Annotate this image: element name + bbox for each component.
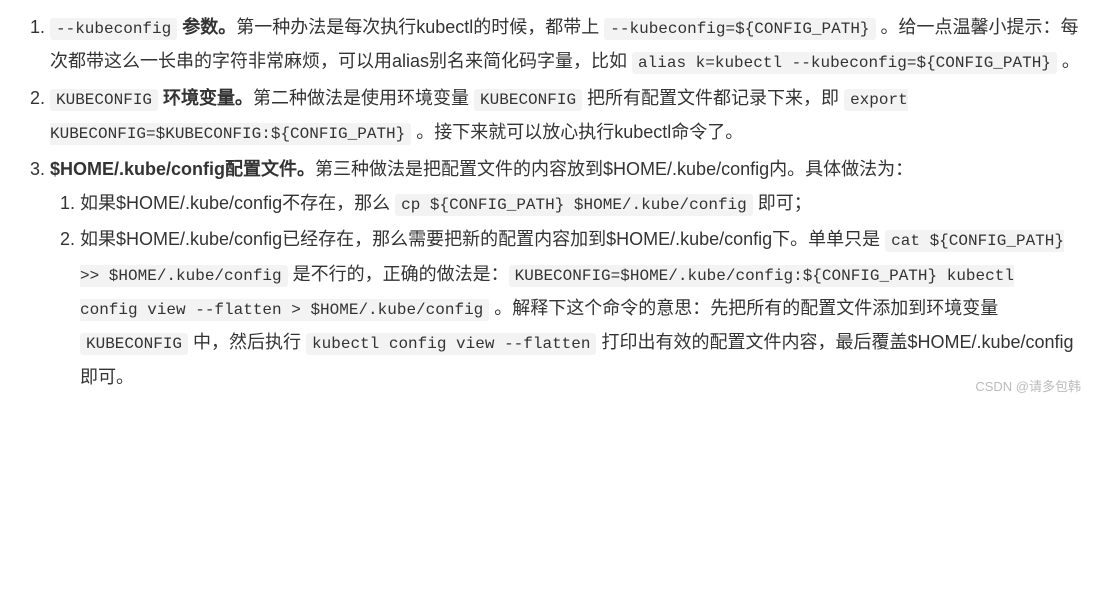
nested-item-2: 如果$HOME/.kube/config已经存在，那么需要把新的配置内容加到$H…	[80, 222, 1081, 394]
text: 。	[1057, 51, 1080, 71]
text: 中，然后执行	[188, 332, 306, 352]
ordered-list: --kubeconfig 参数。第一种办法是每次执行kubectl的时候，都带上…	[10, 10, 1081, 394]
code-kubeconfig-env: KUBECONFIG	[50, 89, 158, 111]
text: 第二种做法是使用环境变量	[253, 88, 474, 108]
text: 是不行的，正确的做法是：	[288, 264, 509, 284]
list-item-3: $HOME/.kube/config配置文件。第三种做法是把配置文件的内容放到$…	[50, 152, 1081, 394]
text: 第三种做法是把配置文件的内容放到$HOME/.kube/config内。具体做法…	[315, 159, 913, 179]
heading-env: 环境变量。	[158, 88, 253, 108]
code-cp: cp ${CONFIG_PATH} $HOME/.kube/config	[395, 194, 753, 216]
text: 把所有配置文件都记录下来，即	[582, 88, 844, 108]
code-kubeconfig-inline: KUBECONFIG	[80, 333, 188, 355]
code-kubeconfig-var: KUBECONFIG	[474, 89, 582, 111]
text: 第一种办法是每次执行kubectl的时候，都带上	[236, 17, 604, 37]
heading-config-file: $HOME/.kube/config配置文件。	[50, 159, 315, 179]
nested-ordered-list: 如果$HOME/.kube/config不存在，那么 cp ${CONFIG_P…	[50, 186, 1081, 394]
text: 如果$HOME/.kube/config不存在，那么	[80, 193, 395, 213]
code-alias: alias k=kubectl --kubeconfig=${CONFIG_PA…	[632, 52, 1057, 74]
nested-item-1: 如果$HOME/.kube/config不存在，那么 cp ${CONFIG_P…	[80, 186, 1081, 220]
code-kubeconfig-param: --kubeconfig	[50, 18, 177, 40]
code-view-flatten: kubectl config view --flatten	[306, 333, 596, 355]
text: 如果$HOME/.kube/config已经存在，那么需要把新的配置内容加到$H…	[80, 229, 885, 249]
list-item-2: KUBECONFIG 环境变量。第二种做法是使用环境变量 KUBECONFIG …	[50, 81, 1081, 150]
heading-param: 参数。	[177, 17, 236, 37]
watermark: CSDN @请多包韩	[975, 375, 1081, 400]
text: 即可；	[753, 193, 812, 213]
list-item-1: --kubeconfig 参数。第一种办法是每次执行kubectl的时候，都带上…	[50, 10, 1081, 79]
code-kubeconfig-path: --kubeconfig=${CONFIG_PATH}	[604, 18, 875, 40]
text: 。解释下这个命令的意思：先把所有的配置文件添加到环境变量	[489, 298, 998, 318]
text: 。接下来就可以放心执行kubectl命令了。	[411, 122, 743, 142]
